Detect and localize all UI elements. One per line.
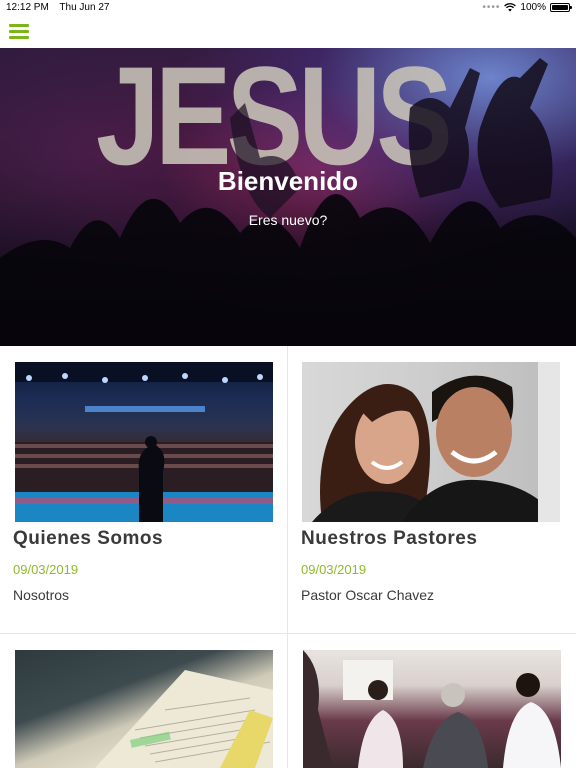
card-description: Nosotros bbox=[13, 587, 70, 603]
card-image-bible bbox=[15, 650, 273, 768]
hamburger-menu-icon[interactable] bbox=[9, 24, 29, 40]
battery-fill bbox=[552, 5, 568, 10]
card-title: Nuestros Pastores bbox=[301, 528, 478, 549]
hero-banner[interactable]: JESUS Bienvenido Eres nuevo? bbox=[0, 48, 576, 346]
stage-illustration bbox=[15, 362, 273, 522]
card-image-pastors bbox=[302, 362, 560, 522]
card-title: Quienes Somos bbox=[13, 528, 164, 549]
card-image-church-stage bbox=[15, 362, 273, 522]
hero-subtitle[interactable]: Eres nuevo? bbox=[0, 212, 576, 228]
signal-dots-icon: •••• bbox=[482, 2, 501, 13]
menu-bar bbox=[9, 30, 29, 33]
battery-icon bbox=[550, 3, 572, 12]
card-quienes-somos[interactable]: Quienes Somos 09/03/2019 Nosotros bbox=[0, 346, 288, 634]
card-image-community bbox=[303, 650, 561, 768]
menu-bar bbox=[9, 36, 29, 39]
status-date: Thu Jun 27 bbox=[59, 2, 110, 13]
card-date: 09/03/2019 bbox=[13, 562, 79, 577]
card-date: 09/03/2019 bbox=[301, 562, 367, 577]
card-community[interactable] bbox=[288, 634, 576, 768]
community-illustration bbox=[303, 650, 561, 768]
status-right: •••• 100% bbox=[482, 2, 572, 13]
status-bar: 12:12 PM Thu Jun 27 •••• 100% bbox=[0, 0, 576, 16]
status-left: 12:12 PM Thu Jun 27 bbox=[6, 2, 117, 13]
menu-bar bbox=[9, 24, 29, 27]
pastors-illustration bbox=[312, 362, 560, 522]
wifi-icon bbox=[504, 3, 517, 12]
bible-illustration bbox=[95, 670, 273, 768]
top-navbar bbox=[0, 16, 576, 48]
crowd-silhouettes bbox=[0, 58, 576, 346]
card-nuestros-pastores[interactable]: Nuestros Pastores 09/03/2019 Pastor Osca… bbox=[288, 346, 576, 634]
card-bible[interactable] bbox=[0, 634, 288, 768]
battery-percent: 100% bbox=[520, 2, 546, 13]
hero-title: Bienvenido bbox=[217, 166, 359, 196]
status-time: 12:12 PM bbox=[6, 2, 49, 13]
card-description: Pastor Oscar Chavez bbox=[301, 587, 435, 603]
content-grid: Quienes Somos 09/03/2019 Nosotros Nuestr… bbox=[0, 346, 576, 768]
